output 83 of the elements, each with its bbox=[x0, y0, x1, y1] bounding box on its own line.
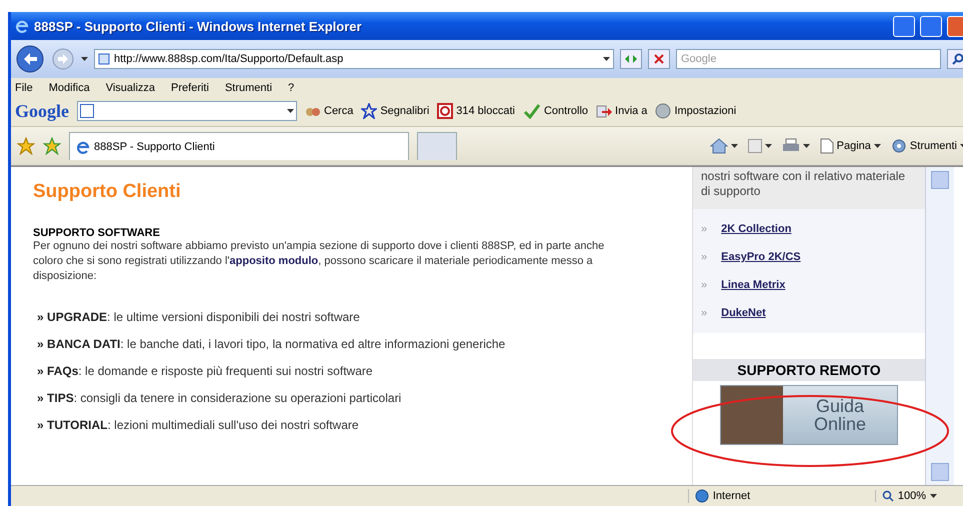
support-item: » TUTORIAL: lezioni multimediali sull'uso dei nostri software bbox=[37, 418, 360, 432]
toolbar-button[interactable]: Segnalibri bbox=[361, 103, 430, 119]
check-mark-icon bbox=[522, 103, 541, 119]
form-link[interactable]: apposito modulo bbox=[230, 255, 318, 267]
scrollbar[interactable] bbox=[925, 167, 954, 485]
dropdown-icon[interactable] bbox=[81, 57, 88, 61]
globe-icon bbox=[694, 489, 709, 503]
toolbar-button[interactable]: Impostazioni bbox=[655, 103, 736, 119]
arrow-icon bbox=[596, 103, 612, 119]
menu-item[interactable]: Visualizza bbox=[106, 82, 156, 94]
zone-label: Internet bbox=[712, 490, 750, 502]
chevron-marker: » bbox=[701, 307, 708, 319]
square-icon bbox=[80, 104, 94, 118]
menu-item[interactable]: ? bbox=[288, 82, 294, 94]
zoom-level[interactable]: 100% bbox=[898, 490, 926, 502]
magnifier-icon bbox=[882, 490, 894, 502]
support-item: » TIPS: consigli da tenere in considerazione su operazioni particolari bbox=[37, 391, 402, 405]
support-item: » UPGRADE: le ultime versioni disponibili dei nostri software bbox=[37, 310, 361, 324]
command-button[interactable] bbox=[710, 138, 738, 154]
menu-item[interactable]: File bbox=[15, 82, 33, 94]
refresh-arrows-icon bbox=[624, 54, 638, 64]
favorites-star-icon[interactable] bbox=[17, 137, 35, 155]
toolbar-button[interactable]: Controllo bbox=[522, 103, 588, 119]
toolbar-search-field[interactable] bbox=[77, 101, 297, 121]
window-title: 888SP - Supporto Clienti - Windows Internet Explorer bbox=[34, 18, 363, 34]
dropdown-icon[interactable] bbox=[930, 494, 937, 498]
dropdown-icon[interactable] bbox=[802, 144, 810, 148]
toolbar-logo: Google bbox=[15, 100, 69, 122]
toolbar-button[interactable]: Cerca bbox=[305, 104, 354, 118]
dropdown-icon[interactable] bbox=[287, 109, 294, 113]
command-button[interactable] bbox=[748, 139, 772, 153]
command-button[interactable] bbox=[782, 138, 810, 154]
minimize-button[interactable] bbox=[893, 16, 915, 36]
product-link[interactable]: 2K Collection bbox=[721, 223, 792, 235]
menu-item[interactable]: Preferiti bbox=[171, 82, 209, 94]
toolbar-button[interactable]: Invia a bbox=[596, 103, 648, 119]
photo-placeholder bbox=[721, 386, 783, 444]
menu-item[interactable]: Modifica bbox=[48, 82, 90, 94]
address-field[interactable]: http://www.888sp.com/Ita/Supporto/Default.asp bbox=[94, 49, 614, 69]
search-icon bbox=[952, 53, 963, 65]
product-link[interactable]: Linea Metrix bbox=[721, 279, 786, 291]
search-button[interactable] bbox=[947, 49, 963, 69]
remote-support-heading: SUPPORTO REMOTO bbox=[693, 359, 925, 381]
blocked-popup-icon bbox=[437, 103, 454, 119]
chevron-marker: » bbox=[701, 223, 708, 235]
page-icon bbox=[820, 138, 834, 154]
add-favorite-icon[interactable] bbox=[43, 137, 61, 155]
online-guide-banner[interactable]: Guida Online bbox=[720, 385, 898, 445]
browser-logo-icon bbox=[76, 140, 90, 154]
chevron-marker: » bbox=[701, 251, 708, 263]
page-icon bbox=[98, 53, 110, 65]
home-icon bbox=[710, 138, 728, 154]
maximize-button[interactable] bbox=[920, 16, 942, 36]
forward-button[interactable] bbox=[51, 47, 75, 71]
chevron-marker: » bbox=[701, 279, 708, 291]
product-link[interactable]: DukeNet bbox=[721, 307, 766, 319]
intro-paragraph: Per ognuno dei nostri software abbiamo previsto un'ampia sezione di supporto dove i clienti 888SP, ed in parte anche coloro che si sono registrati utilizzando l'apposito modulo, possono scaricare il materiale periodicamente messo a disposizione: bbox=[33, 239, 606, 284]
page-heading: Supporto Clienti bbox=[33, 181, 182, 203]
support-item: » FAQs: le domande e risposte più frequenti sui nostri software bbox=[37, 364, 374, 378]
section-title: SUPPORTO SOFTWARE bbox=[33, 227, 161, 239]
command-button[interactable]: Pagina bbox=[820, 138, 881, 154]
browser-logo-icon bbox=[15, 19, 29, 33]
dropdown-icon[interactable] bbox=[730, 144, 738, 148]
command-button[interactable]: Strumenti bbox=[890, 138, 963, 154]
dropdown-icon[interactable] bbox=[764, 144, 772, 148]
close-icon bbox=[654, 54, 664, 64]
printer-icon bbox=[782, 138, 800, 154]
browser-tab[interactable]: 888SP - Supporto Clienti bbox=[69, 132, 409, 160]
refresh-button[interactable] bbox=[620, 49, 642, 69]
support-item: » BANCA DATI: le banche dati, i lavori tipo, la normativa ed altre informazioni generiche bbox=[37, 337, 506, 351]
star-icon bbox=[361, 103, 378, 119]
search-field[interactable]: Google bbox=[676, 49, 941, 69]
dropdown-icon[interactable] bbox=[603, 57, 610, 61]
back-button[interactable] bbox=[15, 44, 45, 74]
close-button[interactable] bbox=[947, 16, 963, 36]
menu-item[interactable]: Strumenti bbox=[224, 82, 272, 94]
stop-button[interactable] bbox=[648, 49, 670, 69]
sidebar-text: nostri software con il relativo materiale di supporto bbox=[693, 167, 925, 209]
toolbar-button[interactable]: 314 bloccati bbox=[437, 103, 515, 119]
product-link[interactable]: EasyPro 2K/CS bbox=[721, 251, 801, 263]
dropdown-icon[interactable] bbox=[874, 144, 881, 148]
banner-text: Online bbox=[814, 415, 866, 433]
banner-text: Guida bbox=[816, 397, 864, 415]
